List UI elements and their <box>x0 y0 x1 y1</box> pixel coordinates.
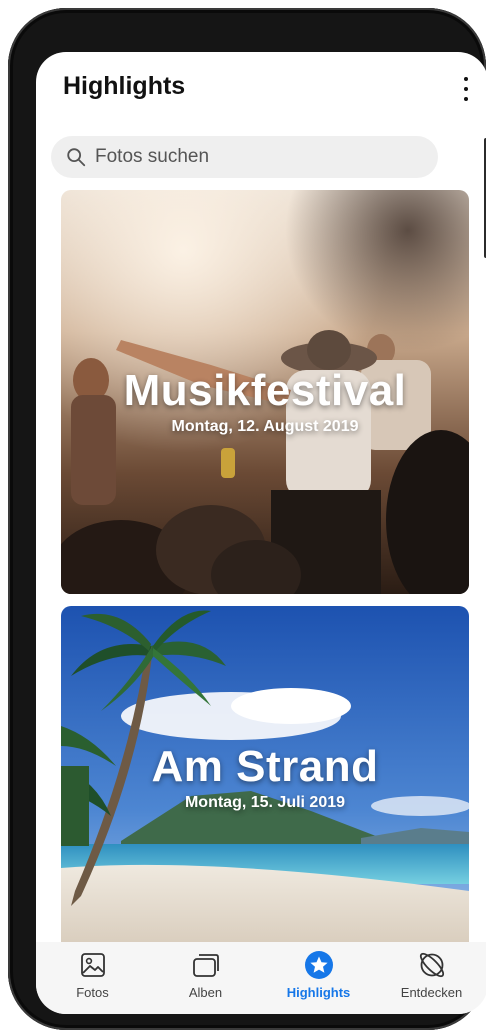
albums-icon <box>192 954 219 977</box>
search-placeholder: Fotos suchen <box>95 146 210 167</box>
nav-label: Fotos <box>76 985 109 1000</box>
card-title: Musikfestival <box>123 366 407 415</box>
card-caption: Musikfestival Montag, 12. August 2019 <box>61 366 469 436</box>
app-screen: Highlights Fotos suchen Musikfestival Mo… <box>36 52 486 1014</box>
nav-label: Entdecken <box>400 985 463 1000</box>
card-title: Am Strand <box>151 742 379 791</box>
card-date: Montag, 15. Juli 2019 <box>184 794 346 811</box>
highlight-card-musikfestival[interactable]: Musikfestival Montag, 12. August 2019 <box>61 190 469 594</box>
search-icon <box>67 148 86 167</box>
nav-item-entdecken[interactable]: Entdecken <box>382 950 482 1000</box>
card-date: Montag, 12. August 2019 <box>171 418 359 435</box>
nav-item-fotos[interactable]: Fotos <box>43 950 143 1000</box>
nav-label: Highlights <box>286 985 351 1000</box>
search-bar[interactable]: Fotos suchen <box>51 136 438 178</box>
highlight-card-am-strand[interactable]: Am Strand Montag, 15. Juli 2019 <box>61 606 469 946</box>
card-caption: Am Strand Montag, 15. Juli 2019 <box>61 742 469 812</box>
page-title: Highlights <box>63 72 186 100</box>
nav-item-highlights[interactable]: Highlights <box>269 950 369 1000</box>
nav-label: Alben <box>188 985 223 1000</box>
phone-frame: Highlights Fotos suchen Musikfestival Mo… <box>8 8 486 1030</box>
more-vertical-icon <box>464 77 468 81</box>
bottom-navigation: Fotos Alben Highlights Entdecken <box>36 942 486 1014</box>
star-icon <box>304 951 333 979</box>
more-options-button[interactable] <box>454 74 478 104</box>
header: Highlights <box>36 52 486 128</box>
nav-item-alben[interactable]: Alben <box>156 950 256 1000</box>
image-icon <box>80 953 105 977</box>
discover-icon <box>419 952 444 978</box>
